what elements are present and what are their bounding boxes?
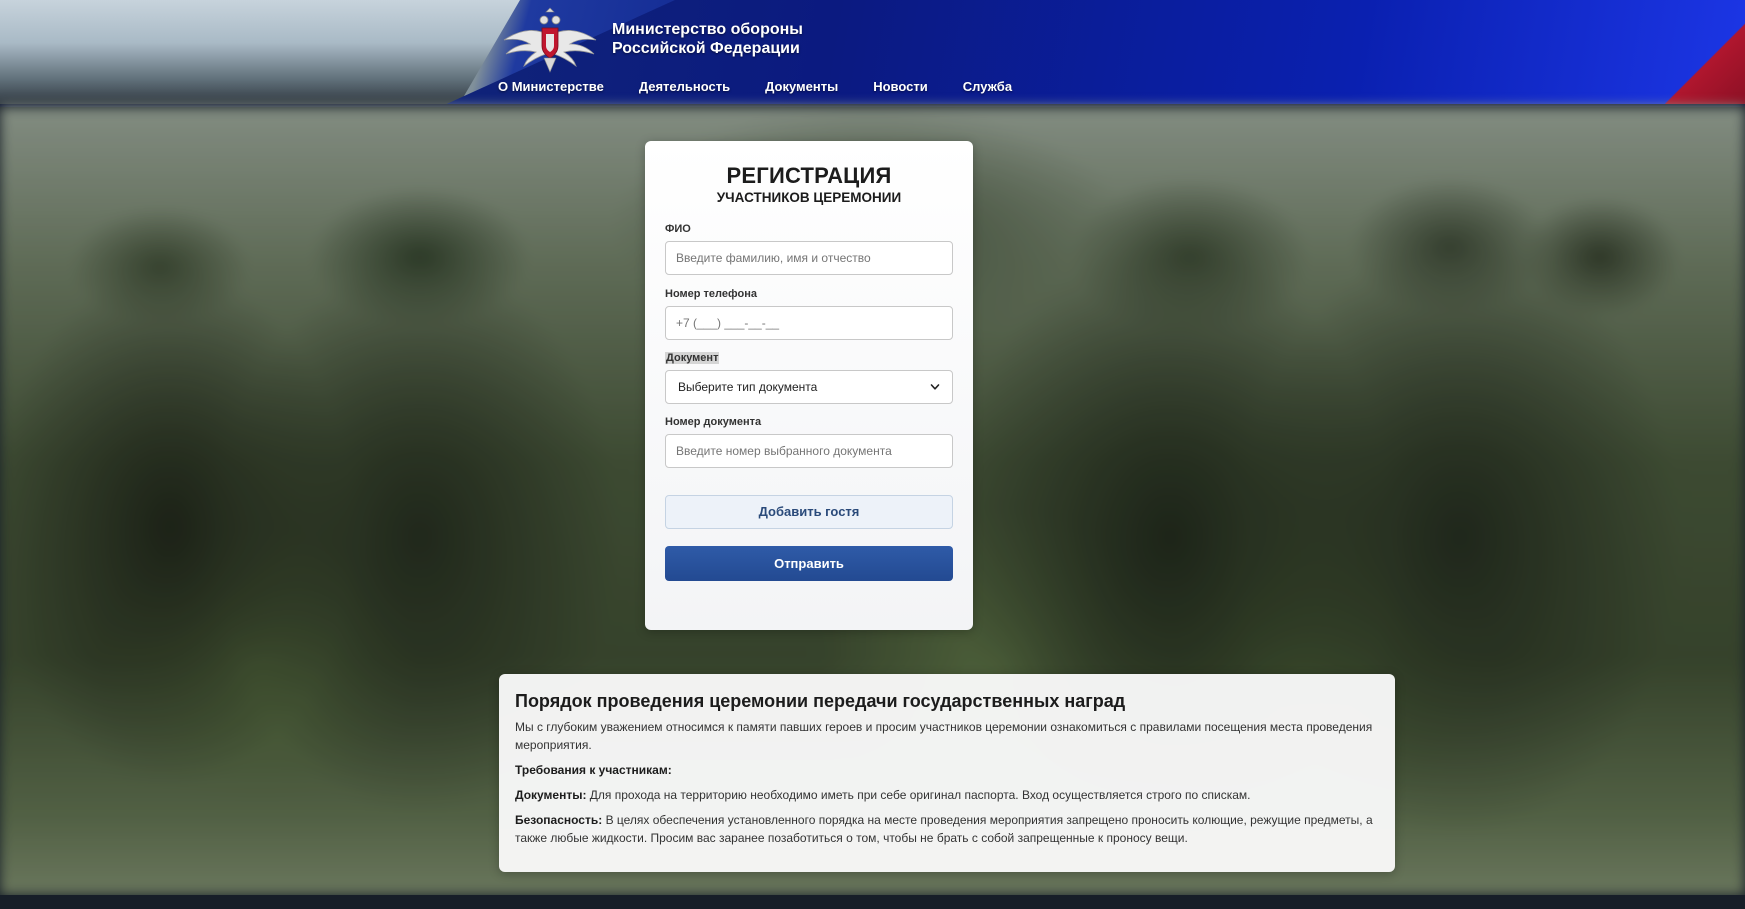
info-title: Порядок проведения церемонии передачи го… (515, 691, 1126, 711)
nav-item-news[interactable]: Новости (873, 79, 928, 94)
ministry-brand[interactable]: Министерство обороны Российской Федераци… (612, 20, 803, 58)
brand-line-2: Российской Федерации (612, 40, 800, 57)
add-guest-button[interactable]: Добавить гостя (665, 495, 953, 529)
nav-item-service[interactable]: Служба (963, 79, 1012, 94)
fio-input[interactable] (665, 241, 953, 275)
info-intro: Мы с глубоким уважением относимся к памя… (515, 720, 1373, 752)
info-security-rule: Безопасность: В целях обеспечения устано… (515, 811, 1379, 847)
security-rule-text: В целях обеспечения установленного поряд… (515, 813, 1373, 845)
page: Министерство обороны Российской Федераци… (0, 0, 1745, 909)
form-title: РЕГИСТРАЦИЯ (726, 163, 892, 188)
info-documents-rule: Документы: Для прохода на территорию нео… (515, 786, 1379, 804)
footer-bar (0, 895, 1745, 909)
requirements-heading-text: Требования к участникам: (515, 763, 672, 777)
documents-rule-label: Документы: (515, 788, 587, 802)
nav-item-documents[interactable]: Документы (765, 79, 838, 94)
nav-item-activity[interactable]: Деятельность (639, 79, 730, 94)
chevron-down-icon (930, 384, 940, 390)
info-requirements-heading: Требования к участникам: (515, 761, 1379, 779)
security-rule-label: Безопасность: (515, 813, 603, 827)
form-subtitle: УЧАСТНИКОВ ЦЕРЕМОНИИ (716, 190, 902, 205)
fio-label: ФИО (665, 223, 691, 235)
header-red-corner (1665, 0, 1745, 107)
main-nav: О Министерстве Деятельность Документы Но… (498, 79, 1047, 94)
document-number-input[interactable] (665, 434, 953, 468)
document-type-select[interactable]: Выберите тип документа (665, 370, 953, 404)
phone-input[interactable] (665, 306, 953, 340)
document-label: Документ (665, 352, 720, 364)
documents-rule-text: Для прохода на территорию необходимо име… (586, 788, 1251, 802)
registration-form-card: РЕГИСТРАЦИЯ УЧАСТНИКОВ ЦЕРЕМОНИИ ФИО Ном… (645, 141, 973, 630)
submit-button[interactable]: Отправить (665, 546, 953, 581)
nav-item-about[interactable]: О Министерстве (498, 79, 604, 94)
header-sky-image (0, 0, 520, 107)
brand-line-1: Министерство обороны (612, 21, 803, 38)
docnum-label: Номер документа (665, 416, 762, 428)
phone-label: Номер телефона (665, 288, 757, 300)
site-header: Министерство обороны Российской Федераци… (0, 0, 1745, 107)
ceremony-info-card: Порядок проведения церемонии передачи го… (499, 674, 1395, 872)
double-headed-eagle-emblem-icon[interactable] (500, 6, 600, 74)
document-type-selected: Выберите тип документа (678, 380, 818, 394)
